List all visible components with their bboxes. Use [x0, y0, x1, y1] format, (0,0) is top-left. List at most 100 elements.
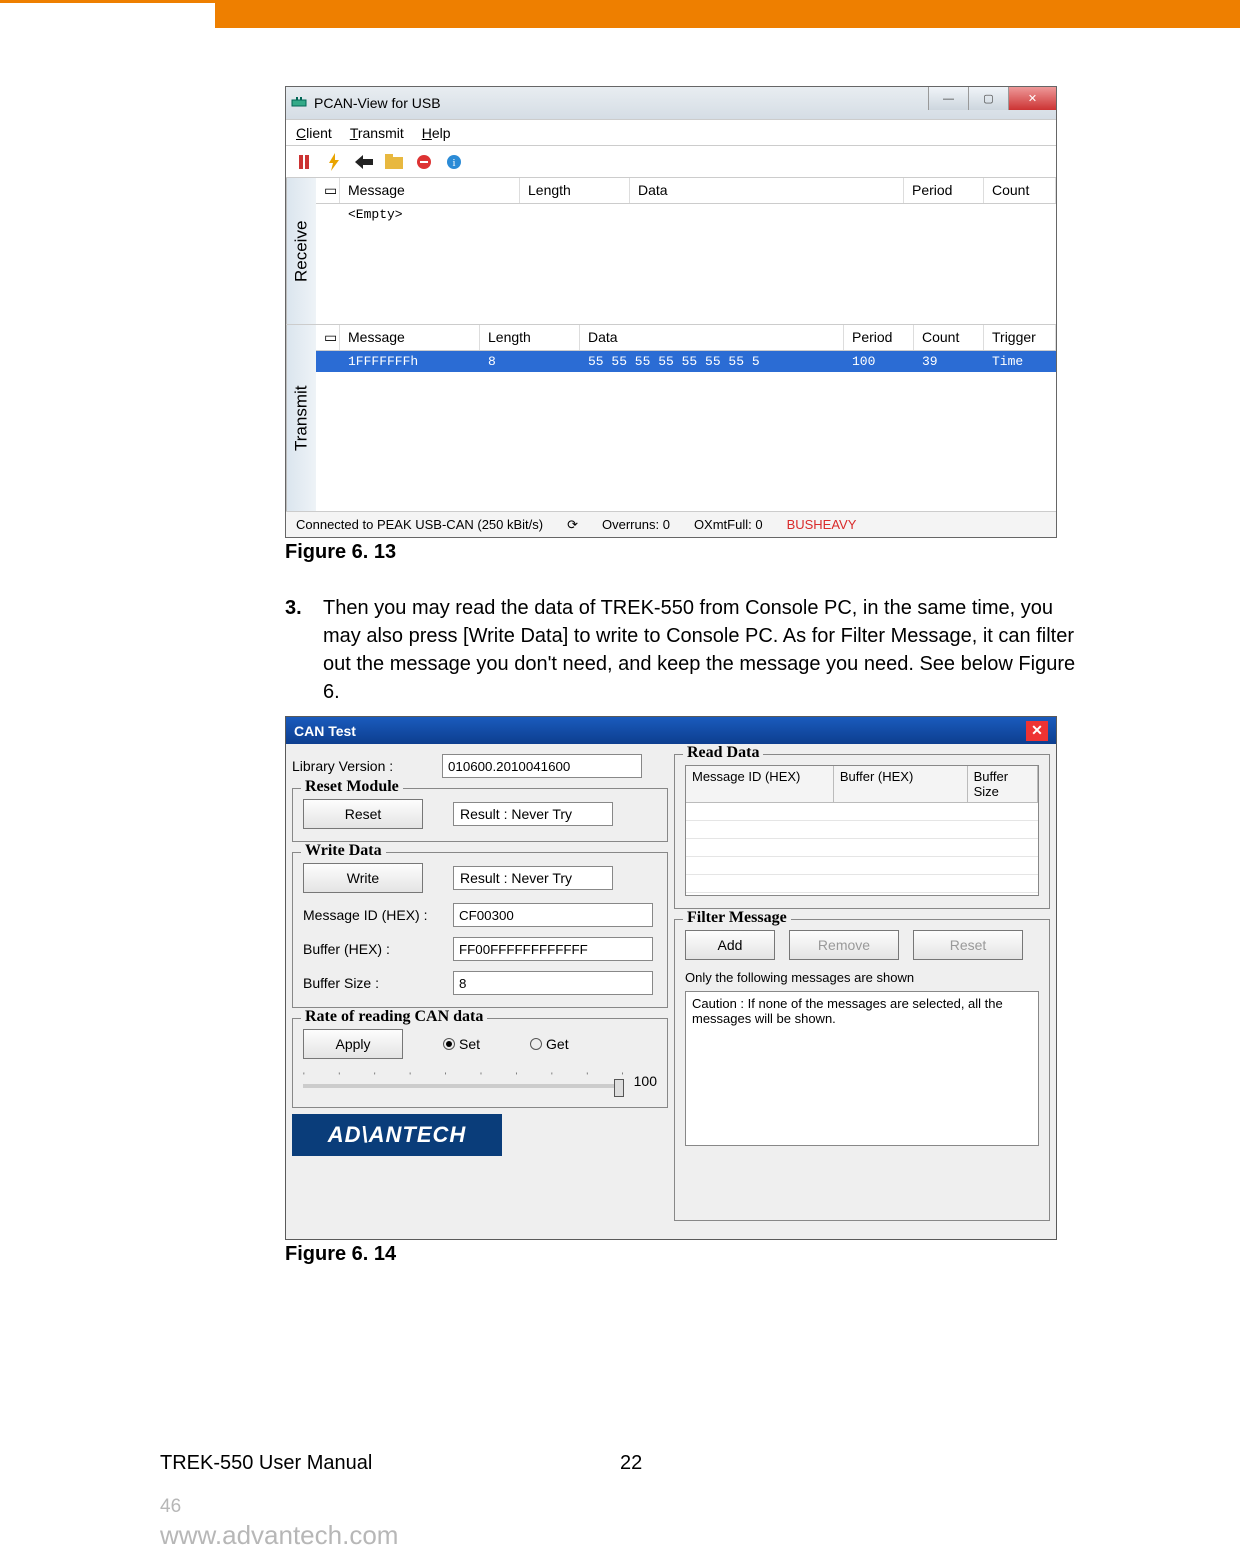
checkbox-header[interactable]: ▭ — [316, 325, 340, 350]
folder-icon[interactable] — [384, 152, 404, 172]
buffer-size-label: Buffer Size : — [303, 975, 453, 991]
write-data-frame: Write Data Write Result : Never Try Mess… — [292, 852, 668, 1008]
radio-get[interactable]: Get — [530, 1036, 569, 1052]
buffer-label: Buffer (HEX) : — [303, 941, 453, 957]
frame-title: Filter Message — [683, 909, 791, 927]
advantech-logo: AD\ANTECH — [292, 1114, 502, 1156]
svg-text:i: i — [452, 157, 455, 169]
page-tab — [0, 0, 215, 55]
library-version-field[interactable] — [442, 754, 642, 778]
remove-button: Remove — [789, 930, 899, 960]
filter-note: Only the following messages are shown — [685, 970, 1039, 985]
step-3: 3. Then you may read the data of TREK-55… — [285, 594, 1080, 706]
receive-tab[interactable]: Receive — [286, 178, 316, 324]
col-data[interactable]: Data — [580, 325, 844, 350]
pcan-window: PCAN-View for USB — ▢ ✕ Client Transmit … — [285, 86, 1057, 538]
cell-trigger: Time — [984, 352, 1056, 371]
frame-title: Reset Module — [301, 778, 403, 796]
message-id-field[interactable] — [453, 903, 653, 927]
write-result: Result : Never Try — [453, 866, 613, 890]
cell-length: 8 — [480, 352, 580, 371]
refresh-icon: ⟳ — [567, 517, 578, 533]
col-length[interactable]: Length — [480, 325, 580, 350]
window-titlebar[interactable]: CAN Test ✕ — [286, 717, 1056, 744]
status-connection: Connected to PEAK USB-CAN (250 kBit/s) — [296, 517, 543, 532]
menu-transmit[interactable]: Transmit — [350, 125, 404, 141]
col-length[interactable]: Length — [520, 178, 630, 203]
message-id-label: Message ID (HEX) : — [303, 907, 453, 923]
status-overruns: Overruns: 0 — [602, 517, 670, 532]
rate-frame: Rate of reading CAN data Apply Set Get '… — [292, 1018, 668, 1108]
window-title: CAN Test — [294, 723, 356, 739]
cell-data: 55 55 55 55 55 55 55 5 — [580, 352, 844, 371]
connect-icon[interactable] — [294, 152, 314, 172]
receive-empty: <Empty> — [340, 205, 520, 224]
menu-help[interactable]: Help — [422, 125, 451, 141]
buffer-field[interactable] — [453, 937, 653, 961]
window-title: PCAN-View for USB — [314, 95, 441, 111]
status-bus: BUSHEAVY — [787, 517, 857, 532]
buffer-size-field[interactable] — [453, 971, 653, 995]
footer-manual: TREK-550 User Manual — [160, 1452, 372, 1475]
read-data-frame: Read Data Message ID (HEX) Buffer (HEX) … — [674, 754, 1050, 909]
caution-box[interactable]: Caution : If none of the messages are se… — [685, 991, 1039, 1146]
receive-rows[interactable]: <Empty> — [316, 204, 1056, 324]
minimize-button[interactable]: — — [928, 87, 968, 110]
col-count[interactable]: Count — [984, 178, 1056, 203]
cell-message: 1FFFFFFFh — [340, 352, 480, 371]
delete-icon[interactable] — [414, 152, 434, 172]
radio-set[interactable]: Set — [443, 1036, 480, 1052]
close-button[interactable]: ✕ — [1026, 721, 1048, 741]
info-icon[interactable]: i — [444, 152, 464, 172]
frame-title: Write Data — [301, 842, 386, 860]
write-button[interactable]: Write — [303, 863, 423, 893]
transmit-panel: Transmit ▭ Message Length Data Period Co… — [286, 325, 1056, 511]
back-icon[interactable] — [354, 152, 374, 172]
receive-panel: Receive ▭ Message Length Data Period Cou… — [286, 178, 1056, 325]
footer-page: 22 — [620, 1452, 642, 1475]
apply-button[interactable]: Apply — [303, 1029, 403, 1059]
checkbox-header[interactable]: ▭ — [316, 178, 340, 203]
read-data-table[interactable]: Message ID (HEX) Buffer (HEX) Buffer Siz… — [685, 765, 1039, 896]
library-version-label: Library Version : — [292, 758, 442, 774]
transmit-tab[interactable]: Transmit — [286, 325, 316, 511]
col-message-id[interactable]: Message ID (HEX) — [686, 766, 834, 803]
rate-slider[interactable]: '''''''''' — [303, 1067, 624, 1095]
reset-button[interactable]: Reset — [303, 799, 423, 829]
reset-module-frame: Reset Module Reset Result : Never Try — [292, 788, 668, 842]
step-number: 3. — [285, 594, 323, 706]
add-button[interactable]: Add — [685, 930, 775, 960]
menu-bar: Client Transmit Help — [286, 119, 1056, 146]
footer-url: www.advantech.com — [160, 1520, 398, 1551]
col-buffer-size[interactable]: Buffer Size — [968, 766, 1038, 803]
frame-title: Rate of reading CAN data — [301, 1008, 487, 1026]
col-data[interactable]: Data — [630, 178, 904, 203]
col-message[interactable]: Message — [340, 325, 480, 350]
figure-caption: Figure 6. 13 — [285, 541, 1080, 564]
col-buffer[interactable]: Buffer (HEX) — [834, 766, 968, 803]
menu-client[interactable]: Client — [296, 125, 332, 141]
figure-caption: Figure 6. 14 — [285, 1243, 1080, 1266]
toolbar: i — [286, 146, 1056, 178]
cell-period: 100 — [844, 352, 914, 371]
flash-icon[interactable] — [324, 152, 344, 172]
filter-message-frame: Filter Message Add Remove Reset Only the… — [674, 919, 1050, 1221]
maximize-button[interactable]: ▢ — [968, 87, 1008, 110]
table-row[interactable]: 1FFFFFFFh 8 55 55 55 55 55 55 55 5 100 3… — [316, 351, 1056, 372]
reset-result: Result : Never Try — [453, 802, 613, 826]
rate-value: 100 — [634, 1073, 657, 1089]
status-oxmtfull: OXmtFull: 0 — [694, 517, 763, 532]
app-icon — [290, 94, 308, 112]
col-period[interactable]: Period — [904, 178, 984, 203]
cell-count: 39 — [914, 352, 984, 371]
filter-reset-button: Reset — [913, 930, 1023, 960]
frame-title: Read Data — [683, 744, 763, 762]
col-count[interactable]: Count — [914, 325, 984, 350]
col-trigger[interactable]: Trigger — [984, 325, 1056, 350]
transmit-rows[interactable]: 1FFFFFFFh 8 55 55 55 55 55 55 55 5 100 3… — [316, 351, 1056, 511]
col-message[interactable]: Message — [340, 178, 520, 203]
close-button[interactable]: ✕ — [1008, 87, 1056, 110]
col-period[interactable]: Period — [844, 325, 914, 350]
window-titlebar[interactable]: PCAN-View for USB — ▢ ✕ — [286, 87, 1056, 119]
cantest-window: CAN Test ✕ Library Version : Reset Modul… — [285, 716, 1057, 1240]
